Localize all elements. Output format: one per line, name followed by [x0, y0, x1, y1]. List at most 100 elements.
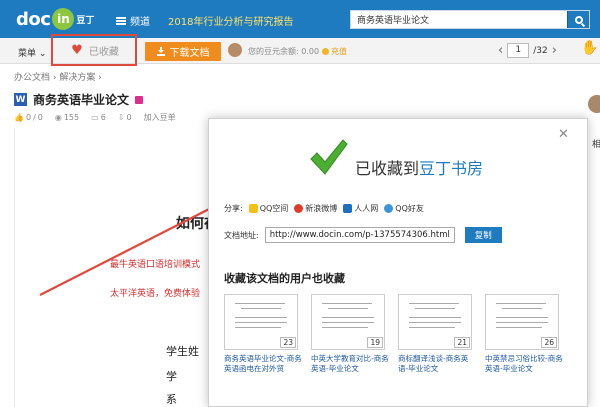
share-qq-label: QQ好友	[395, 204, 424, 213]
thumb-line	[322, 317, 374, 318]
page-count-badge: 21	[454, 337, 470, 348]
search-icon	[574, 15, 583, 24]
thumb-line	[496, 303, 546, 304]
favorited-label: 已收藏	[88, 46, 119, 58]
card-caption[interactable]: 商务英语毕业论文-商务英语函电在对外贸	[224, 354, 302, 374]
share-weibo-label: 新浪微博	[305, 204, 338, 213]
thumb-line	[241, 308, 281, 309]
doc-body-line-1: 学生姓	[166, 345, 199, 358]
next-page-icon[interactable]: ›	[552, 43, 557, 58]
thumb-line	[328, 308, 368, 309]
heart-icon: ♥	[71, 42, 83, 58]
recommend-cards: 23 商务英语毕业论文-商务英语函电在对外贸 19 中英大学教育对比-商务英语-…	[224, 294, 564, 389]
likes-value: 0	[25, 113, 32, 122]
page-count-badge: 19	[367, 337, 383, 348]
download-button[interactable]: 下载文档	[145, 42, 221, 61]
doc-title-row: W 商务英语毕业论文	[14, 91, 144, 108]
thumb-line	[502, 308, 542, 309]
doc-thumbnail[interactable]: 21	[398, 294, 472, 350]
download-small-icon: ⇩	[117, 113, 125, 122]
share-weibo[interactable]: 新浪微博	[294, 203, 337, 214]
recommend-card[interactable]: 21 商标翻译浅谈-商务英语-毕业论文	[398, 294, 476, 374]
qzone-icon	[248, 204, 258, 213]
like-count[interactable]: 👍 0/0	[14, 113, 43, 122]
thumb-line	[235, 322, 287, 323]
menu-dropdown[interactable]: 菜单 ⌄	[18, 46, 46, 59]
pager: ‹ 1 /32 ›	[498, 43, 557, 58]
search-input[interactable]	[351, 11, 561, 28]
success-prefix: 已收藏到	[355, 159, 420, 178]
page-count-badge: 26	[541, 337, 557, 348]
card-caption[interactable]: 中英禁忌习俗比较-商务英语-毕业论文	[485, 354, 563, 374]
add-to-list-link[interactable]: 加入豆单	[144, 112, 176, 123]
thumb-line	[235, 303, 285, 304]
comment-count[interactable]: ▭ 6	[91, 113, 106, 122]
copy-button[interactable]: 复制	[464, 227, 502, 243]
doc-ad-line-2[interactable]: 太平洋英语，免费体验	[110, 286, 200, 299]
hamburger-icon	[116, 16, 126, 25]
comment-icon: ▭	[91, 113, 99, 122]
vip-badge-icon	[135, 95, 144, 104]
breadcrumb[interactable]: 办公文档 › 解决方案 ›	[14, 70, 102, 83]
chevron-down-icon: ⌄	[38, 49, 47, 59]
eye-icon: ◉	[54, 113, 62, 122]
url-label: 文档地址:	[224, 230, 259, 240]
channel-menu[interactable]: 频道	[116, 13, 150, 28]
doc-thumbnail[interactable]: 19	[311, 294, 385, 350]
recommend-card[interactable]: 19 中英大学教育对比-商务英语-毕业论文	[311, 294, 389, 374]
thumb-line	[235, 317, 287, 318]
recommend-card[interactable]: 23 商务英语毕业论文-商务英语函电在对外贸	[224, 294, 302, 374]
recharge-link[interactable]: 充值	[322, 46, 347, 57]
share-qq[interactable]: QQ好友	[384, 203, 424, 214]
thumb-line	[409, 303, 459, 304]
search-button[interactable]	[567, 11, 589, 28]
hand-tool-icon[interactable]: ✋	[581, 40, 598, 56]
docin-logo[interactable]: doc in 豆丁	[16, 6, 94, 32]
download-count: ⇩ 0	[118, 113, 132, 122]
card-caption[interactable]: 商标翻译浅谈-商务英语-毕业论文	[398, 354, 476, 374]
thumb-line	[409, 317, 461, 318]
promo-link[interactable]: 2018年行业分析与研究报告	[168, 13, 293, 28]
word-file-icon: W	[14, 93, 27, 106]
download-icon	[156, 47, 165, 56]
thumb-line	[322, 327, 368, 328]
card-caption[interactable]: 中英大学教育对比-商务英语-毕业论文	[311, 354, 389, 374]
author-avatar[interactable]	[588, 95, 600, 113]
doc-ad-line-1[interactable]: 最牛英语口语培训模式	[110, 257, 200, 270]
thumb-up-icon: 👍	[14, 113, 24, 122]
favorited-button[interactable]: ♥ 已收藏	[58, 40, 132, 60]
doc-url-field[interactable]: http://www.docin.com/p-1375574306.html	[264, 227, 455, 243]
page-count-badge: 23	[280, 337, 296, 348]
favorite-success-dialog: ✕ 已收藏到豆丁书房 分享: QQ空间 新浪微博 人人网 QQ好友 文档地址: …	[208, 118, 588, 407]
view-count: ◉ 155	[55, 113, 79, 122]
logo-cn-text: 豆丁	[76, 15, 95, 26]
doc-body-line-3: 系	[166, 393, 177, 406]
balance-text: 您的豆元余额: 0.00	[248, 47, 320, 56]
close-icon[interactable]: ✕	[558, 127, 569, 142]
logo-in-badge: in	[52, 8, 75, 30]
share-qzone-label: QQ空间	[259, 204, 289, 213]
user-avatar[interactable]	[228, 43, 242, 57]
success-brand-link[interactable]: 豆丁书房	[419, 159, 483, 178]
page-number-input[interactable]: 1	[507, 43, 530, 58]
thumb-line	[496, 322, 548, 323]
doc-thumbnail[interactable]: 23	[224, 294, 298, 350]
renren-icon	[343, 204, 353, 213]
doc-url-row: 文档地址: http://www.docin.com/p-1375574306.…	[224, 227, 502, 243]
weibo-icon	[294, 204, 304, 213]
channel-label: 频道	[130, 17, 150, 28]
thumb-line	[235, 327, 281, 328]
recommend-card[interactable]: 26 中英禁忌习俗比较-商务英语-毕业论文	[485, 294, 563, 374]
prev-page-icon[interactable]: ‹	[498, 43, 503, 58]
qq-icon	[384, 204, 394, 213]
logo-doc-text: doc	[16, 8, 51, 30]
thumb-line	[496, 317, 548, 318]
checkmark-icon	[310, 139, 348, 175]
share-qzone[interactable]: QQ空间	[248, 203, 289, 214]
dislikes-value: 0	[37, 113, 43, 122]
doc-thumbnail[interactable]: 26	[485, 294, 559, 350]
thumb-line	[496, 327, 542, 328]
share-renren[interactable]: 人人网	[343, 203, 378, 214]
thumb-line	[409, 322, 461, 323]
page-total: /32	[533, 45, 548, 56]
